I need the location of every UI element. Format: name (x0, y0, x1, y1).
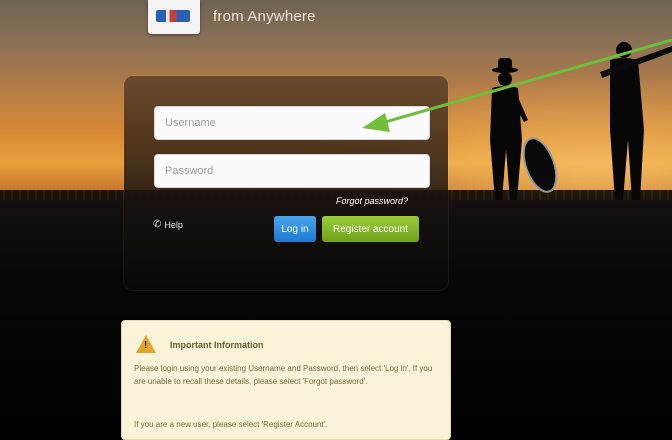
annotation-arrow-icon (362, 38, 672, 132)
